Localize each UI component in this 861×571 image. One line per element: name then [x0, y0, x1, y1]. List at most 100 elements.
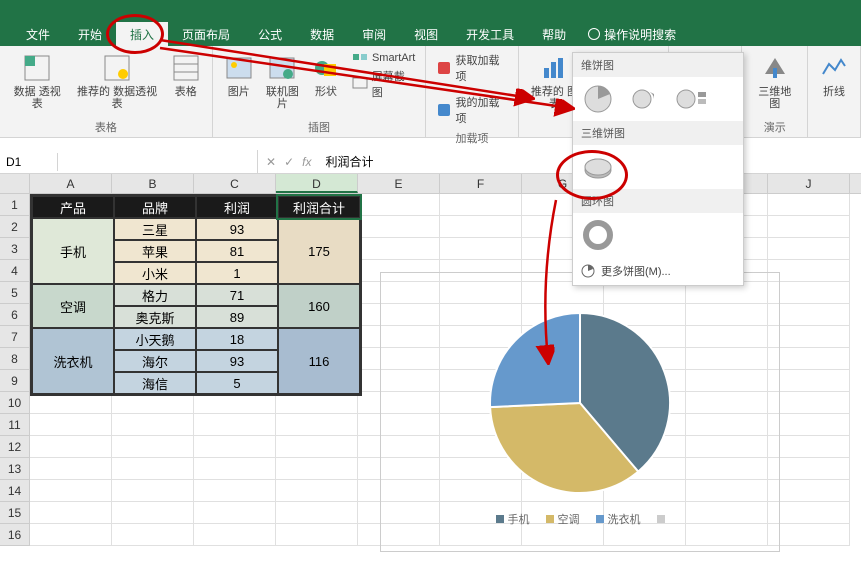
tab-insert[interactable]: 插入: [116, 22, 168, 47]
row-header[interactable]: 10: [0, 392, 30, 414]
pie-2d-option[interactable]: [581, 83, 619, 115]
cell[interactable]: [768, 304, 850, 326]
cell[interactable]: [768, 238, 850, 260]
cell[interactable]: [30, 458, 112, 480]
tab-formula[interactable]: 公式: [244, 22, 296, 47]
tab-review[interactable]: 审阅: [348, 22, 400, 47]
tab-home[interactable]: 开始: [64, 22, 116, 47]
sparkline-button[interactable]: 折线: [814, 50, 854, 137]
cell[interactable]: [30, 414, 112, 436]
pie-exploded-option[interactable]: [627, 83, 665, 115]
row-header[interactable]: 4: [0, 260, 30, 282]
cell[interactable]: [440, 216, 522, 238]
cell[interactable]: [30, 480, 112, 502]
cell[interactable]: [112, 458, 194, 480]
fx-icon[interactable]: fx: [302, 155, 311, 169]
cell[interactable]: [194, 414, 276, 436]
cell[interactable]: [440, 238, 522, 260]
embedded-pie-chart[interactable]: 手机 空调 洗衣机: [380, 272, 780, 552]
my-addins-button[interactable]: 我的加载项: [432, 92, 511, 128]
cell[interactable]: [112, 414, 194, 436]
get-addins-button[interactable]: 获取加载项: [432, 50, 511, 86]
cell[interactable]: [194, 524, 276, 546]
col-header[interactable]: D: [276, 174, 358, 193]
smartart-button[interactable]: SmartArt: [348, 50, 419, 66]
row-header[interactable]: 8: [0, 348, 30, 370]
cell[interactable]: [276, 436, 358, 458]
cell[interactable]: [276, 414, 358, 436]
cell[interactable]: [112, 502, 194, 524]
row-header[interactable]: 13: [0, 458, 30, 480]
cell[interactable]: [768, 216, 850, 238]
row-header[interactable]: 1: [0, 194, 30, 216]
row-header[interactable]: 3: [0, 238, 30, 260]
cell[interactable]: [194, 480, 276, 502]
cell[interactable]: [768, 524, 850, 546]
cell[interactable]: [30, 436, 112, 458]
cell[interactable]: [768, 348, 850, 370]
tab-layout[interactable]: 页面布局: [168, 22, 244, 47]
screenshot-button[interactable]: 屏幕截图: [348, 68, 419, 100]
3d-map-button[interactable]: 三维地 图: [748, 50, 801, 117]
row-header[interactable]: 14: [0, 480, 30, 502]
row-header[interactable]: 12: [0, 436, 30, 458]
donut-option[interactable]: [581, 219, 619, 251]
cell[interactable]: [768, 194, 850, 216]
cell[interactable]: [276, 458, 358, 480]
table-button[interactable]: 表格: [166, 50, 206, 117]
tab-data[interactable]: 数据: [296, 22, 348, 47]
tab-file[interactable]: 文件: [12, 22, 64, 47]
row-header[interactable]: 9: [0, 370, 30, 392]
cell[interactable]: [768, 480, 850, 502]
cancel-icon[interactable]: ✕: [266, 155, 276, 169]
col-header[interactable]: A: [30, 174, 112, 193]
cell[interactable]: [358, 194, 440, 216]
pie-bar-option[interactable]: [673, 83, 711, 115]
cell[interactable]: [768, 392, 850, 414]
rec-pivot-button[interactable]: 推荐的 数据透视表: [70, 50, 163, 117]
cell[interactable]: [768, 282, 850, 304]
cell[interactable]: [112, 436, 194, 458]
select-all-corner[interactable]: [0, 174, 30, 193]
shapes-button[interactable]: 形状: [306, 50, 346, 117]
cell[interactable]: [112, 524, 194, 546]
cell[interactable]: [358, 216, 440, 238]
tab-dev[interactable]: 开发工具: [452, 22, 528, 47]
cell[interactable]: [768, 326, 850, 348]
row-header[interactable]: 2: [0, 216, 30, 238]
pie-3d-option[interactable]: [581, 151, 619, 183]
cell[interactable]: [276, 524, 358, 546]
cell[interactable]: [30, 502, 112, 524]
tab-view[interactable]: 视图: [400, 22, 452, 47]
online-picture-button[interactable]: 联机图片: [261, 50, 304, 117]
pivot-table-button[interactable]: 数据 透视表: [6, 50, 68, 117]
col-header[interactable]: C: [194, 174, 276, 193]
col-header[interactable]: E: [358, 174, 440, 193]
cell[interactable]: [768, 458, 850, 480]
name-box[interactable]: D1: [0, 153, 58, 171]
col-header[interactable]: J: [768, 174, 850, 193]
cell[interactable]: [30, 524, 112, 546]
cell[interactable]: [768, 436, 850, 458]
cell[interactable]: [768, 370, 850, 392]
cell[interactable]: [768, 414, 850, 436]
row-header[interactable]: 7: [0, 326, 30, 348]
cell[interactable]: [112, 480, 194, 502]
cell[interactable]: [440, 194, 522, 216]
cell[interactable]: [194, 502, 276, 524]
row-header[interactable]: 6: [0, 304, 30, 326]
cell[interactable]: [276, 502, 358, 524]
tab-help[interactable]: 帮助: [528, 22, 580, 47]
row-header[interactable]: 16: [0, 524, 30, 546]
cell[interactable]: [276, 480, 358, 502]
cell[interactable]: [358, 238, 440, 260]
tell-me-search[interactable]: 操作说明搜索: [588, 26, 676, 43]
cell[interactable]: [768, 260, 850, 282]
col-header[interactable]: F: [440, 174, 522, 193]
col-header[interactable]: B: [112, 174, 194, 193]
cell[interactable]: [194, 458, 276, 480]
row-header[interactable]: 5: [0, 282, 30, 304]
cell[interactable]: [194, 436, 276, 458]
cell[interactable]: [768, 502, 850, 524]
data-table[interactable]: 产品 品牌 利润 利润合计 手机三星93175 苹果81 小米1 空调格力711…: [30, 194, 362, 396]
